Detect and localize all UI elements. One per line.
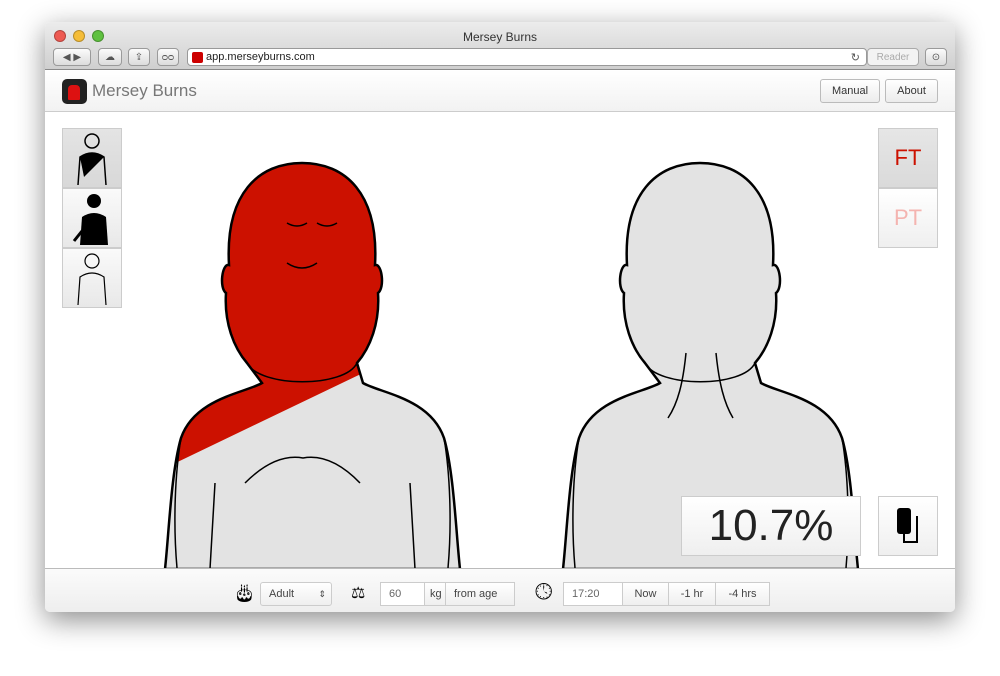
reload-icon[interactable]: ↻ (851, 51, 860, 64)
clock-icon: 🕓︎ (535, 579, 553, 604)
about-button[interactable]: About (885, 79, 938, 103)
manual-button[interactable]: Manual (820, 79, 880, 103)
browser-toolbar: Mersey Burns ◀ ▶ ☁ ⇪ ᴑᴑ app.merseyburns.… (45, 22, 955, 70)
downloads-icon[interactable]: ⊙ (925, 48, 947, 66)
favicon-icon (192, 52, 203, 63)
iv-bag-icon (897, 508, 918, 543)
from-age-button[interactable]: from age (445, 582, 515, 606)
cake-icon: 🎂︎ (233, 583, 256, 603)
minus-4-hrs-button[interactable]: -4 hrs (715, 582, 770, 606)
icloud-icon[interactable]: ☁ (98, 48, 122, 66)
age-select[interactable]: Adult ⇕ (260, 582, 332, 606)
address-bar[interactable]: app.merseyburns.com ↻ (187, 48, 867, 66)
back-forward-button[interactable]: ◀ ▶ (53, 48, 91, 66)
fluids-button[interactable] (878, 496, 938, 556)
weight-unit: kg (424, 582, 446, 606)
scales-icon: ⚖ (351, 585, 366, 602)
app-name: Mersey Burns (92, 81, 197, 100)
now-button[interactable]: Now (622, 582, 669, 606)
url-text: app.merseyburns.com (206, 51, 315, 63)
minus-1-hr-button[interactable]: -1 hr (668, 582, 716, 606)
front-body[interactable] (145, 143, 465, 568)
weight-input[interactable]: 60 (380, 582, 425, 606)
full-thickness-button[interactable]: FT (878, 128, 938, 188)
app-logo (62, 79, 87, 104)
app-header: Mersey Burns Manual About (45, 70, 955, 112)
reader-button[interactable]: Reader (867, 48, 919, 66)
reading-list-icon[interactable]: ᴑᴑ (157, 48, 179, 66)
browser-window: Mersey Burns ◀ ▶ ☁ ⇪ ᴑᴑ app.merseyburns.… (45, 22, 955, 612)
share-icon[interactable]: ⇪ (128, 48, 150, 66)
partial-thickness-button[interactable]: PT (878, 188, 938, 248)
tbsa-percentage: 10.7% (681, 496, 861, 556)
time-input[interactable]: 17:20 (563, 582, 623, 606)
body-chart-area: FT PT 10.7% (45, 113, 955, 568)
footer-toolbar: 🎂︎ Adult ⇕ ⚖ 60 kg from age 🕓︎ 17:20 Now … (45, 568, 955, 612)
window-title: Mersey Burns (462, 30, 538, 44)
